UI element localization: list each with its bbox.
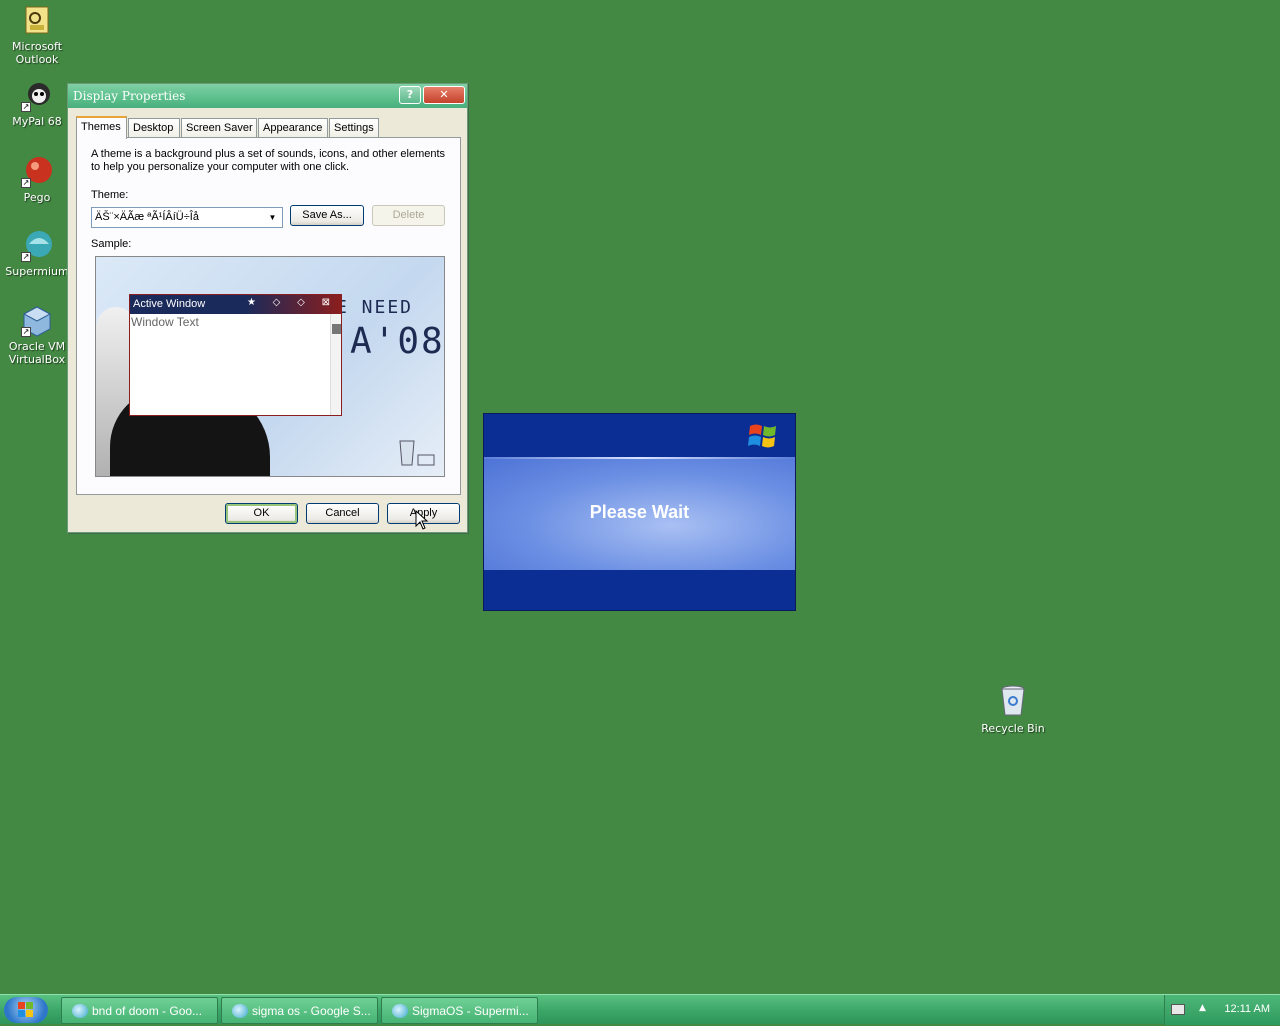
taskbar-item-label: bnd of doom - Goo... — [92, 1004, 203, 1018]
supermium-icon — [232, 1004, 248, 1018]
taskbar-item-label: sigma os - Google S... — [252, 1004, 371, 1018]
sample-window-buttons-icon: ★ ◇ ◇ ⊠ — [246, 297, 337, 308]
shortcut-arrow-icon: ↗ — [21, 102, 31, 112]
recycle-bin-label: Recycle Bin — [981, 722, 1045, 735]
desktop-icon-supermium[interactable]: ↗ Supermium — [0, 230, 74, 278]
sample-label: Sample: — [91, 238, 132, 250]
recycle-bin-icon — [997, 684, 1029, 718]
tab-settings[interactable]: Settings — [329, 118, 379, 138]
display-properties-window: Display Properties ? ✕ Themes Desktop Sc… — [67, 83, 468, 533]
desktop-icon-label: MyPal 68 — [12, 115, 62, 128]
theme-sample-preview: E NEED A'08 Active Window ★ ◇ ◇ ⊠ Window… — [95, 256, 445, 477]
taskbar-item-sigma-os-google[interactable]: sigma os - Google S... — [221, 997, 378, 1024]
desktop-icon-label: Microsoft Outlook — [11, 40, 63, 66]
supermium-icon: ↗ — [21, 230, 53, 262]
supermium-icon — [72, 1004, 88, 1018]
shortcut-arrow-icon: ↗ — [21, 327, 31, 337]
system-tray: ▲ 12:11 AM — [1164, 995, 1280, 1025]
desktop-icon-label: Pego — [23, 191, 51, 204]
desktop-icon-outlook[interactable]: Microsoft Outlook — [0, 5, 74, 66]
outlook-icon — [21, 5, 53, 37]
mouse-cursor-icon — [415, 509, 429, 530]
tab-desktop[interactable]: Desktop — [128, 118, 180, 138]
close-button[interactable]: ✕ — [423, 86, 465, 104]
pego-icon: ↗ — [21, 156, 53, 188]
desktop-icon-label: Oracle VM VirtualBox — [8, 340, 66, 366]
tab-screen-saver[interactable]: Screen Saver — [181, 118, 257, 138]
help-button[interactable]: ? — [399, 86, 421, 104]
please-wait-footer — [484, 570, 795, 610]
windows-logo-icon — [748, 422, 778, 450]
desktop-icon-label: Supermium — [5, 265, 69, 278]
taskbar-item-sigmaos-supermium[interactable]: SigmaOS - Supermi... — [381, 997, 538, 1024]
windows-orb-icon — [18, 1002, 33, 1017]
delete-button[interactable]: Delete — [372, 205, 445, 226]
please-wait-dialog: Please Wait — [483, 413, 796, 611]
chevron-down-icon[interactable]: ▼ — [265, 210, 280, 225]
save-as-button[interactable]: Save As... — [290, 205, 364, 226]
sample-window-title: Active Window — [133, 298, 206, 310]
theme-select-value: ÄŠ¨×ÄÃæ ªÃ¹ÍÂíÜ÷Îå — [95, 211, 199, 223]
theme-select[interactable]: ÄŠ¨×ÄÃæ ªÃ¹ÍÂíÜ÷Îå ▼ — [91, 207, 283, 228]
theme-label: Theme: — [91, 189, 129, 201]
shortcut-arrow-icon: ↗ — [21, 178, 31, 188]
window-titlebar[interactable]: Display Properties ? ✕ — [68, 84, 467, 108]
sample-active-window: Active Window ★ ◇ ◇ ⊠ Window Text — [129, 294, 342, 416]
desktop-icon-virtualbox[interactable]: ↗ Oracle VM VirtualBox — [0, 305, 74, 366]
poster-text-bottom: A'08 — [350, 321, 445, 362]
clock[interactable]: 12:11 AM — [1224, 1003, 1270, 1015]
sample-scroll-thumb — [332, 324, 341, 334]
sample-window-titlebar: Active Window ★ ◇ ◇ ⊠ — [130, 295, 341, 314]
taskbar-item-bnd-of-doom[interactable]: bnd of doom - Goo... — [61, 997, 218, 1024]
themes-panel: A theme is a background plus a set of so… — [76, 137, 461, 495]
theme-description: A theme is a background plus a set of so… — [91, 148, 446, 173]
mypal-icon: ↗ — [21, 80, 53, 112]
desktop-icon-pego[interactable]: ↗ Pego — [0, 156, 74, 204]
ok-button[interactable]: OK — [225, 503, 298, 524]
recycle-bin-sample-icon — [392, 435, 440, 469]
window-title: Display Properties — [73, 89, 186, 103]
taskbar: bnd of doom - Goo... sigma os - Google S… — [0, 994, 1280, 1025]
taskbar-item-label: SigmaOS - Supermi... — [412, 1004, 529, 1018]
desktop-icon-mypal[interactable]: ↗ MyPal 68 — [0, 80, 74, 128]
desktop-icon-recycle-bin[interactable]: Recycle Bin — [976, 684, 1050, 735]
tray-expand-icon[interactable]: ▲ — [1199, 1003, 1206, 1013]
virtualbox-icon: ↗ — [21, 305, 53, 337]
tab-appearance[interactable]: Appearance — [258, 118, 328, 138]
poster-text-top: E NEED — [336, 297, 414, 318]
start-button[interactable] — [4, 997, 48, 1023]
cancel-button[interactable]: Cancel — [306, 503, 379, 524]
sample-scrollbar — [330, 314, 341, 415]
shortcut-arrow-icon: ↗ — [21, 252, 31, 262]
supermium-icon — [392, 1004, 408, 1018]
keyboard-icon[interactable] — [1171, 1004, 1185, 1015]
tab-themes[interactable]: Themes — [76, 116, 127, 139]
sample-window-text: Window Text — [131, 315, 199, 329]
please-wait-text: Please Wait — [589, 502, 690, 522]
